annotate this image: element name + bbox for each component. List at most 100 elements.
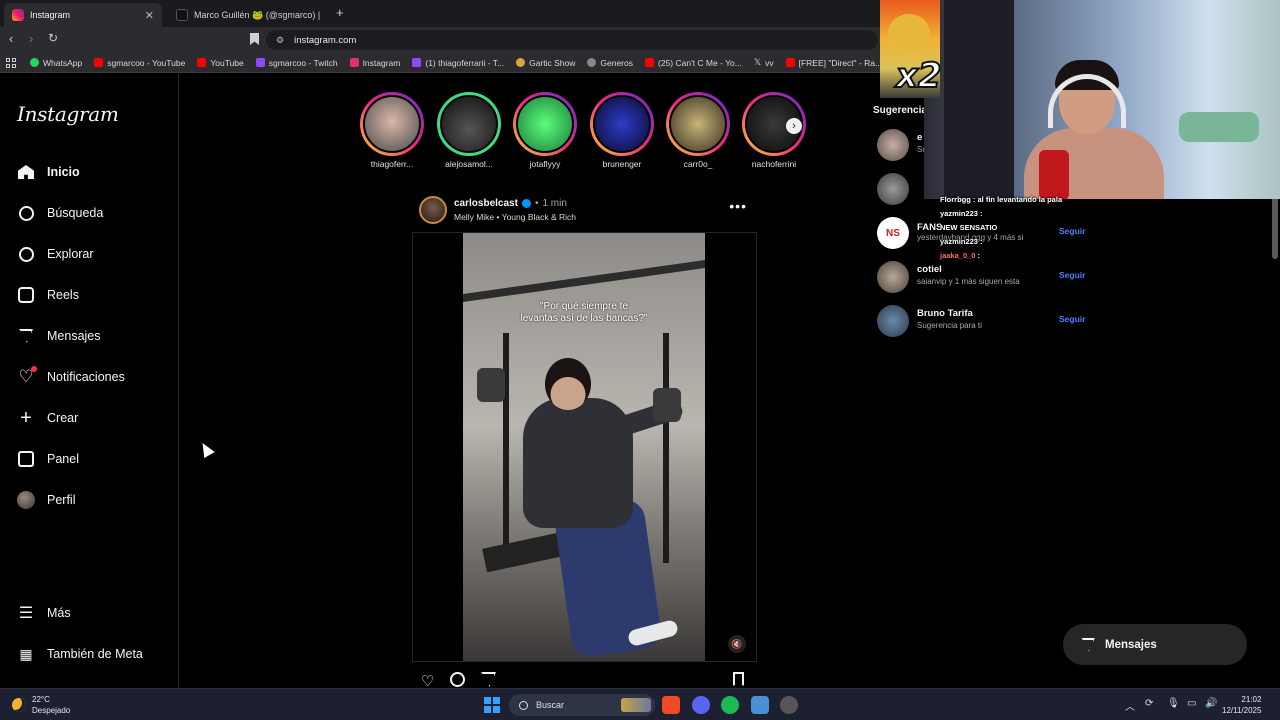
story-item[interactable]: carr0o_: [663, 92, 733, 169]
suggestion-avatar[interactable]: [877, 261, 909, 293]
meta-icon: ▦: [19, 645, 33, 662]
sidebar-item-perfil[interactable]: Perfil: [17, 491, 75, 509]
story-item[interactable]: thiagoferr...: [357, 92, 427, 169]
notepad-icon[interactable]: [751, 696, 769, 714]
brave-browser-icon[interactable]: [662, 696, 680, 714]
chat-user: yazmin223: [940, 209, 978, 218]
bookmark-item[interactable]: [FREE] "Direct" - Ra...: [780, 58, 889, 68]
sync-icon[interactable]: ⟳: [1145, 698, 1153, 709]
bookmark-item[interactable]: Instagram: [344, 58, 407, 68]
sidebar-item-explorar[interactable]: Explorar: [17, 245, 94, 263]
suggestion-avatar[interactable]: [877, 305, 909, 337]
bookmark-item[interactable]: sgmarcoo - YouTube: [88, 58, 191, 68]
more-options-icon[interactable]: •••: [729, 198, 747, 214]
suggestion-avatar[interactable]: [877, 129, 909, 161]
multiplier-text: x2: [895, 55, 943, 97]
search-icon: [17, 204, 35, 222]
chevron-up-icon[interactable]: ︿: [1125, 698, 1135, 713]
sidebar-item-notificaciones[interactable]: ♡ Notificaciones: [17, 366, 125, 386]
tab-instagram[interactable]: Instagram ✕: [4, 3, 162, 27]
new-tab-icon[interactable]: +: [336, 5, 344, 20]
instagram-logo[interactable]: Instagram: [17, 102, 119, 126]
sidebar-item-panel[interactable]: Panel: [17, 450, 79, 468]
sidebar-item-reels[interactable]: Reels: [17, 286, 79, 304]
follow-button[interactable]: Seguir: [1059, 314, 1085, 324]
bookmark-item[interactable]: WhatsApp: [24, 58, 88, 68]
suggestion-avatar[interactable]: NS: [877, 217, 909, 249]
suggestion-name[interactable]: e: [917, 132, 922, 143]
bookmark-label: sgmarcoo - YouTube: [107, 57, 186, 68]
site-settings-icon[interactable]: ⚙: [276, 35, 284, 46]
sidebar-item-mensajes[interactable]: Mensajes: [17, 327, 101, 345]
bookmark-item[interactable]: (25) Can't C Me - Yo...: [639, 58, 748, 68]
address-bar[interactable]: ⚙ instagram.com: [266, 30, 878, 50]
post-avatar[interactable]: [419, 196, 447, 224]
bookmark-item[interactable]: 𝕏vv: [748, 57, 780, 68]
close-tab-icon[interactable]: ✕: [145, 9, 154, 22]
bookmark-item[interactable]: YouTube: [191, 58, 249, 68]
bookmark-icon[interactable]: [250, 33, 259, 45]
post-audio[interactable]: Melly Mike • Young Black & Rich: [454, 212, 576, 222]
discord-icon[interactable]: [692, 696, 710, 714]
bookmark-item[interactable]: Gartic Show: [510, 58, 581, 68]
sidebar-item-busqueda[interactable]: Búsqueda: [17, 204, 103, 222]
streamer-webcam: [924, 0, 1280, 199]
comment-icon[interactable]: [450, 672, 465, 687]
post-video[interactable]: "Por qué siempre te levantas así de las …: [463, 233, 705, 661]
bookmark-item[interactable]: (1) thiagoferrarii - T...: [406, 58, 510, 68]
bookmark-label: (1) thiagoferrarii - T...: [425, 57, 505, 68]
messenger-icon: [17, 327, 35, 345]
suggestion-name[interactable]: Bruno Tarifa: [917, 308, 973, 319]
sidebar-item-crear[interactable]: + Crear: [17, 406, 79, 429]
chat-line: NEW SENSATIO: [940, 221, 1082, 235]
tab-label: Instagram: [30, 10, 71, 20]
webcam-scene-mic: [1039, 150, 1069, 199]
youtube-icon: [197, 58, 207, 67]
reload-icon[interactable]: ↻: [48, 31, 58, 45]
system-clock[interactable]: 21:02 12/11/2025: [1222, 694, 1261, 716]
stream-multiplier-overlay: x2: [880, 0, 943, 98]
youtube-icon: [645, 58, 654, 67]
sidebar-item-tambien-de-meta[interactable]: ▦ También de Meta: [17, 645, 143, 663]
mute-icon[interactable]: 🔇: [728, 635, 746, 653]
suggestion-name[interactable]: cotiel: [917, 264, 942, 275]
suggestion-avatar[interactable]: [877, 173, 909, 205]
bookmark-label: YouTube: [210, 57, 244, 68]
obs-icon[interactable]: [780, 696, 798, 714]
bookmark-item[interactable]: sgmarcoo - Twitch: [250, 58, 344, 68]
search-placeholder: Buscar: [536, 700, 565, 710]
chat-text: :: [980, 237, 983, 246]
volume-icon[interactable]: 🔊: [1205, 698, 1217, 709]
story-item[interactable]: alejosamol...: [434, 92, 504, 169]
microphone-icon[interactable]: 🎙: [1167, 698, 1180, 709]
weather-widget[interactable]: 22°C Despejado: [12, 694, 70, 716]
story-item[interactable]: brunenger: [587, 92, 657, 169]
stories-next-button[interactable]: ›: [786, 118, 802, 134]
plus-icon: +: [20, 406, 32, 429]
taskbar-search[interactable]: Buscar: [509, 694, 655, 716]
spotify-icon[interactable]: [721, 696, 739, 714]
sidebar-item-mas[interactable]: ☰ Más: [17, 604, 71, 622]
verified-badge-icon: [521, 199, 531, 208]
tab-tiktok[interactable]: Marco Guillén 🐸 (@sgmarco) | TikTo: [168, 3, 328, 27]
back-icon[interactable]: ‹: [9, 31, 13, 46]
display-icon[interactable]: ▭: [1187, 698, 1196, 709]
video-scene-person: [545, 358, 591, 410]
sidebar-item-label: Más: [47, 606, 71, 620]
messages-floating-button[interactable]: Mensajes: [1063, 624, 1247, 665]
save-icon[interactable]: [733, 672, 744, 686]
share-icon[interactable]: [481, 672, 496, 687]
search-icon: [519, 700, 528, 710]
apps-grid-icon[interactable]: [6, 57, 16, 68]
twitch-icon: [255, 58, 265, 67]
post-username[interactable]: carlosbelcast: [454, 198, 518, 209]
suggestion-name[interactable]: FANS: [917, 222, 942, 233]
story-item[interactable]: jotaflyyy: [510, 92, 580, 169]
bookmark-item[interactable]: Generos: [581, 58, 639, 68]
sidebar-item-label: Crear: [47, 411, 79, 425]
clock-date: 12/11/2025: [1222, 706, 1262, 715]
forward-icon[interactable]: ›: [29, 31, 33, 46]
sidebar-item-inicio[interactable]: Inicio: [17, 163, 80, 181]
windows-start-icon[interactable]: [484, 697, 500, 713]
follow-button[interactable]: Seguir: [1059, 270, 1085, 280]
